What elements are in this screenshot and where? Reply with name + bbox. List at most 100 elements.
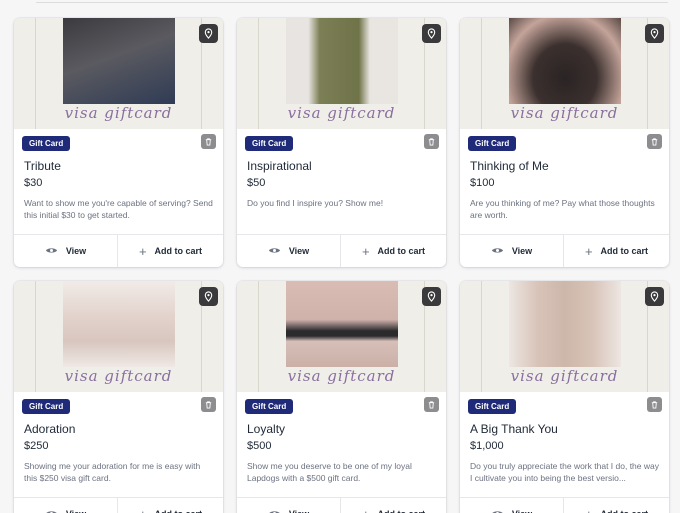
gift-card-badge: Gift Card <box>468 399 517 414</box>
product-photo <box>286 18 398 104</box>
plus-icon: + <box>139 508 147 513</box>
location-pin-icon[interactable] <box>645 24 664 43</box>
add-to-cart-button[interactable]: + Add to cart <box>118 235 223 267</box>
plus-icon: + <box>361 243 370 259</box>
trash-icon[interactable] <box>201 397 216 412</box>
view-label: View <box>65 246 87 256</box>
eye-icon <box>45 246 58 257</box>
eye-icon <box>268 246 281 257</box>
eye-icon <box>491 509 504 513</box>
product-title: A Big Thank You <box>470 422 558 436</box>
card-actions: View + Add to cart <box>460 497 669 513</box>
location-pin-icon[interactable] <box>422 287 441 306</box>
product-card: visa giftcard Gift Card Loyalty $500 Sho… <box>237 281 446 513</box>
product-photo <box>286 281 398 367</box>
add-to-cart-button[interactable]: + Add to cart <box>118 498 223 513</box>
gift-card-badge: Gift Card <box>245 136 294 151</box>
watermark-text: visa giftcard <box>64 367 173 385</box>
product-photo <box>63 18 175 104</box>
plus-icon: + <box>138 243 147 259</box>
location-pin-icon[interactable] <box>645 287 664 306</box>
add-to-cart-label: Add to cart <box>377 246 426 256</box>
product-price: $30 <box>24 177 43 189</box>
view-button[interactable]: View <box>460 498 564 513</box>
view-button[interactable]: View <box>237 498 341 513</box>
product-description: Do you find I inspire you? Show me! <box>247 198 384 208</box>
gift-card-badge: Gift Card <box>22 136 71 151</box>
trash-icon[interactable] <box>424 397 439 412</box>
product-image[interactable]: visa giftcard <box>237 281 446 392</box>
watermark-text: visa giftcard <box>510 367 619 385</box>
view-label: View <box>66 509 86 513</box>
watermark-text: visa giftcard <box>64 104 173 122</box>
view-button[interactable]: View <box>460 235 564 267</box>
watermark-text: visa giftcard <box>287 367 396 385</box>
product-photo <box>63 281 175 367</box>
add-to-cart-button[interactable]: + Add to cart <box>564 235 669 267</box>
product-card: visa giftcard Gift Card A Big Thank You … <box>460 281 669 513</box>
product-price: $250 <box>24 440 49 452</box>
card-actions: View + Add to cart <box>237 234 446 267</box>
watermark-text: visa giftcard <box>287 104 396 122</box>
product-card: visa giftcard Gift Card Inspirational $5… <box>237 18 446 267</box>
product-description: Show me you deserve to be one of my loya… <box>247 461 412 483</box>
add-to-cart-button[interactable]: + Add to cart <box>341 498 446 513</box>
product-photo <box>509 281 621 367</box>
product-photo <box>509 18 621 104</box>
product-image[interactable]: visa giftcard <box>14 18 223 129</box>
location-pin-icon[interactable] <box>199 287 218 306</box>
trash-icon[interactable] <box>201 134 216 149</box>
card-actions: View + Add to cart <box>237 497 446 513</box>
location-pin-icon[interactable] <box>422 24 441 43</box>
product-title: Inspirational <box>247 159 312 173</box>
product-price: $100 <box>470 177 495 189</box>
plus-icon: + <box>362 508 370 513</box>
product-description: Showing me your adoration for me is easy… <box>24 461 201 483</box>
view-button[interactable]: View <box>237 235 341 267</box>
location-pin-icon[interactable] <box>199 24 218 43</box>
product-card: visa giftcard Gift Card Adoration $250 S… <box>14 281 223 513</box>
add-to-cart-label: Add to cart <box>154 246 203 256</box>
watermark-text: visa giftcard <box>510 104 619 122</box>
product-image[interactable]: visa giftcard <box>460 281 669 392</box>
trash-icon[interactable] <box>647 397 662 412</box>
product-card: visa giftcard Gift Card Tribute $30 Want… <box>14 18 223 267</box>
product-image[interactable]: visa giftcard <box>460 18 669 129</box>
view-label: View <box>512 509 532 513</box>
product-title: Thinking of Me <box>470 159 549 173</box>
plus-icon: + <box>584 243 593 259</box>
product-description: Are you thinking of me? Pay what those t… <box>470 198 655 220</box>
view-label: View <box>511 246 533 256</box>
product-title: Tribute <box>24 159 61 173</box>
plus-icon: + <box>585 508 593 513</box>
trash-icon[interactable] <box>424 134 439 149</box>
product-image[interactable]: visa giftcard <box>237 18 446 129</box>
view-button[interactable]: View <box>14 498 118 513</box>
add-to-cart-label: Add to cart <box>155 509 203 513</box>
product-title: Loyalty <box>247 422 286 436</box>
product-title: Adoration <box>24 422 76 436</box>
gift-card-badge: Gift Card <box>468 136 517 151</box>
card-actions: View + Add to cart <box>460 234 669 267</box>
product-price: $1,000 <box>470 440 504 452</box>
eye-icon <box>491 246 504 257</box>
gift-card-badge: Gift Card <box>22 399 71 414</box>
gift-card-badge: Gift Card <box>245 399 294 414</box>
product-image[interactable]: visa giftcard <box>14 281 223 392</box>
card-actions: View + Add to cart <box>14 497 223 513</box>
product-card: visa giftcard Gift Card Thinking of Me $… <box>460 18 669 267</box>
add-to-cart-button[interactable]: + Add to cart <box>341 235 446 267</box>
add-to-cart-label: Add to cart <box>600 246 649 256</box>
eye-icon <box>45 509 58 513</box>
eye-icon <box>268 509 281 513</box>
product-description: Want to show me you're capable of servin… <box>24 198 213 220</box>
add-to-cart-label: Add to cart <box>378 509 426 513</box>
view-label: View <box>289 509 309 513</box>
add-to-cart-button[interactable]: + Add to cart <box>564 498 669 513</box>
view-label: View <box>288 246 310 256</box>
trash-icon[interactable] <box>647 134 662 149</box>
product-price: $50 <box>247 177 266 189</box>
top-divider <box>36 2 668 3</box>
product-description: Do you truly appreciate the work that I … <box>470 461 659 483</box>
view-button[interactable]: View <box>14 235 118 267</box>
